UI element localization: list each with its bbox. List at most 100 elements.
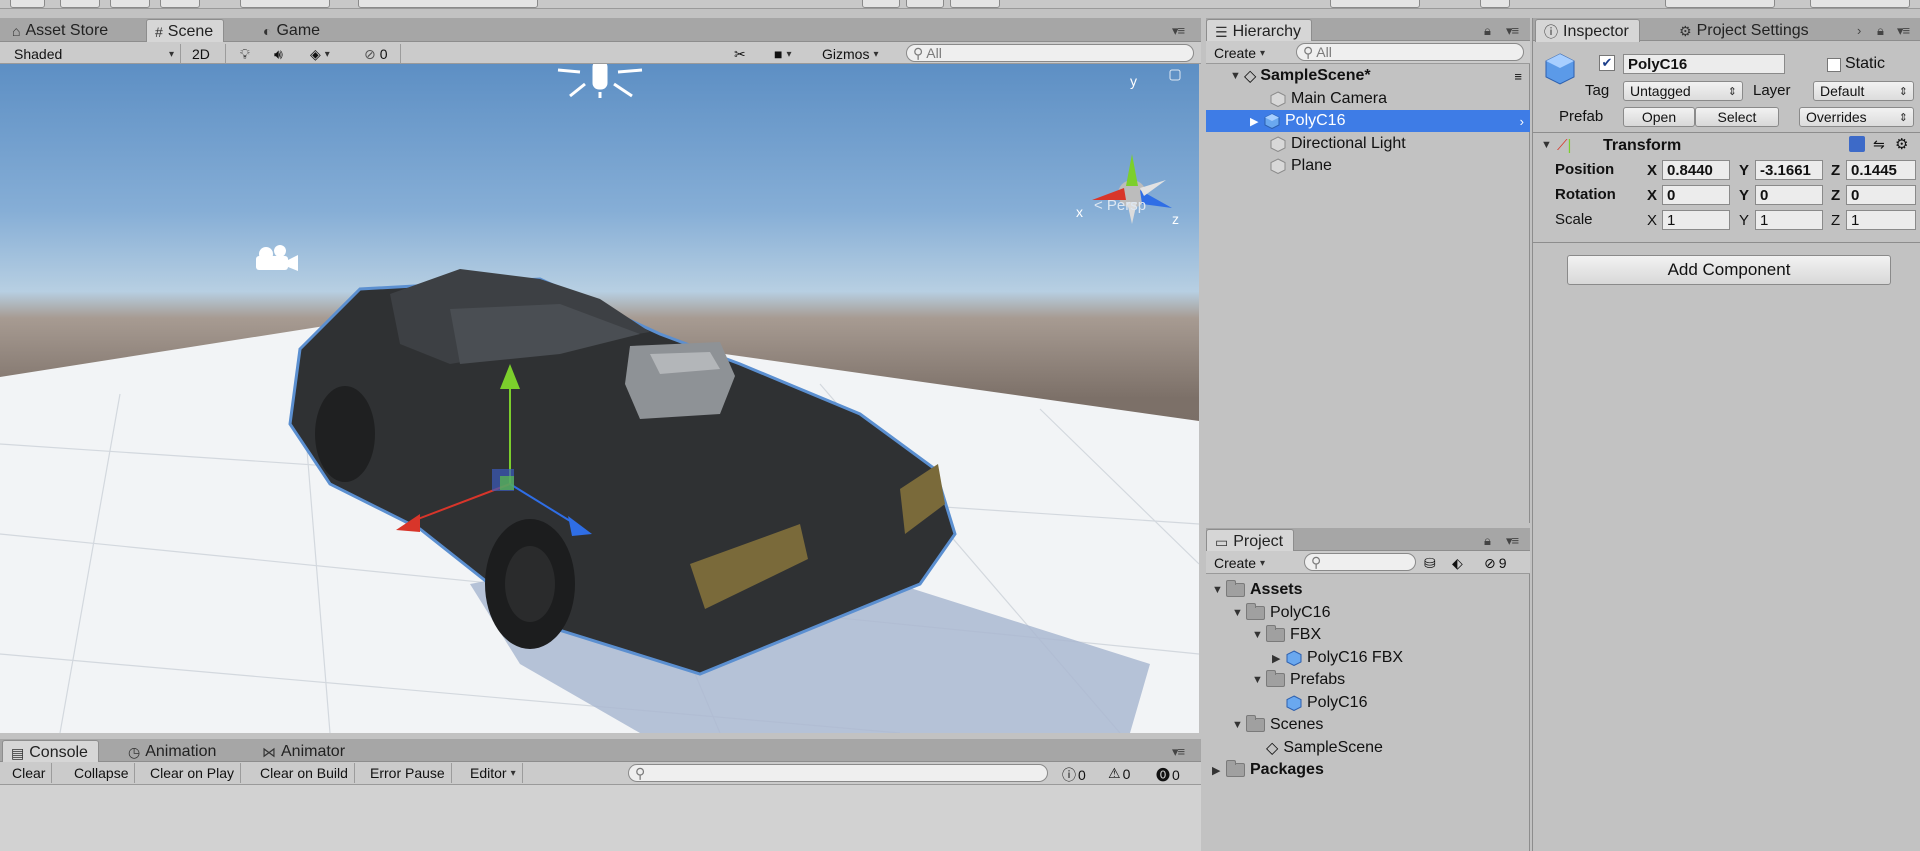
tree-item-assets[interactable]: ▼ Assets (1206, 579, 1530, 601)
pivot-toggle-button[interactable] (358, 0, 538, 8)
hierarchy-item[interactable]: Main Camera (1206, 88, 1530, 110)
panel-menu-icon[interactable]: ▾≡ (1172, 744, 1185, 760)
lighting-toggle[interactable]: 💡︎ (240, 45, 250, 63)
rotation-x-field[interactable]: 0 (1662, 185, 1730, 205)
layout-dropdown[interactable] (1810, 0, 1910, 8)
chevron-right-icon[interactable]: › (1857, 23, 1861, 38)
expand-arrow-icon[interactable]: ▼ (1230, 70, 1244, 82)
draw-mode-dropdown[interactable]: Shaded (14, 45, 174, 63)
console-log-area[interactable] (0, 785, 1201, 851)
tab-console[interactable]: ▤ Console (2, 740, 99, 763)
tab-project-settings[interactable]: ⚙ Project Settings (1671, 19, 1819, 41)
tab-inspector[interactable]: ⓘ Inspector (1535, 19, 1640, 42)
move-tool-button[interactable] (60, 0, 100, 8)
expand-arrow-icon[interactable]: ▼ (1232, 607, 1246, 619)
lock-icon[interactable]: 🔒︎ (1877, 23, 1884, 39)
camera-dropdown[interactable]: ■ (774, 45, 792, 63)
console-search-input[interactable]: ⚲ (628, 764, 1048, 782)
clear-button[interactable]: Clear (6, 763, 53, 783)
collapse-button[interactable]: Collapse (68, 763, 136, 783)
rotation-z-field[interactable]: 0 (1846, 185, 1916, 205)
project-create-dropdown[interactable]: Create (1214, 554, 1265, 572)
tab-animation[interactable]: ◷ Animation (120, 740, 226, 762)
tree-item-folder[interactable]: ▼ FBX (1206, 624, 1530, 646)
gizmos-dropdown[interactable]: Gizmos (822, 45, 878, 63)
2d-toggle[interactable]: 2D (192, 45, 210, 63)
prefab-select-button[interactable]: Select (1695, 107, 1779, 127)
scale-tool-button[interactable] (160, 0, 200, 8)
tab-scene[interactable]: # Scene (146, 19, 225, 42)
filter-by-type-icon[interactable]: ⛁ (1424, 554, 1436, 572)
scene-view[interactable]: y x z < Persp (0, 64, 1199, 733)
scene-menu-icon[interactable]: ≡ (1514, 69, 1522, 84)
tree-item-folder[interactable]: ▼ Scenes (1206, 714, 1530, 736)
expand-arrow-icon[interactable]: ▶ (1250, 115, 1264, 128)
layer-dropdown[interactable]: Default (1813, 81, 1914, 101)
step-button[interactable] (950, 0, 1000, 8)
rect-tool-button[interactable] (240, 0, 330, 8)
panel-menu-icon[interactable]: ▾≡ (1897, 23, 1910, 39)
tree-item-packages[interactable]: ▶ Packages (1206, 759, 1530, 781)
position-x-field[interactable]: 0.8440 (1662, 160, 1730, 180)
pause-button[interactable] (906, 0, 944, 8)
hierarchy-item[interactable]: Directional Light (1206, 133, 1530, 155)
panel-menu-icon[interactable]: ▾≡ (1172, 23, 1185, 39)
tree-item-scene[interactable]: ◇ SampleScene (1206, 737, 1530, 759)
tab-animator[interactable]: ⋈ Animator (254, 740, 355, 762)
error-count-toggle[interactable]: ⓿0 (1156, 765, 1180, 785)
transform-header[interactable]: ▼ ⟋| Transform ⇋ ⚙ (1533, 135, 1920, 157)
hierarchy-item-selected[interactable]: ▶ PolyC16 › (1206, 110, 1530, 132)
hierarchy-item[interactable]: Plane (1206, 155, 1530, 177)
layers-dropdown[interactable] (1665, 0, 1775, 8)
hand-tool-button[interactable] (10, 0, 45, 8)
tree-item-folder[interactable]: ▼ PolyC16 (1206, 602, 1530, 624)
help-icon[interactable] (1849, 136, 1865, 152)
tools-icon[interactable]: ✂ (734, 45, 746, 63)
static-checkbox[interactable] (1827, 58, 1841, 72)
tree-item-prefab[interactable]: PolyC16 (1206, 692, 1530, 714)
play-button[interactable] (862, 0, 900, 8)
preset-icon[interactable]: ⇋ (1873, 136, 1885, 153)
prefab-open-button[interactable]: Open (1623, 107, 1695, 127)
tab-game[interactable]: ◐ Game (255, 19, 330, 41)
expand-arrow-icon[interactable]: ▶ (1212, 764, 1226, 777)
filter-by-label-icon[interactable]: ⬖ (1452, 554, 1463, 572)
expand-arrow-icon[interactable]: ▼ (1252, 674, 1266, 686)
expand-arrow-icon[interactable]: ▼ (1232, 719, 1246, 731)
scene-search-input[interactable]: ⚲ All (906, 44, 1194, 62)
info-count-toggle[interactable]: ⓘ 0 (1062, 765, 1086, 785)
position-y-field[interactable]: -3.1661 (1755, 160, 1823, 180)
clear-on-play-button[interactable]: Clear on Play (144, 763, 242, 783)
effects-dropdown[interactable]: ◈ (310, 45, 330, 63)
scale-y-field[interactable]: 1 (1755, 210, 1823, 230)
rotation-y-field[interactable]: 0 (1755, 185, 1823, 205)
tree-item-folder[interactable]: ▼ Prefabs (1206, 669, 1530, 691)
clear-on-build-button[interactable]: Clear on Build (254, 763, 355, 783)
cloud-button[interactable] (1480, 0, 1510, 8)
collab-button[interactable] (1330, 0, 1420, 8)
gear-icon[interactable]: ⚙ (1895, 135, 1908, 153)
prefab-overrides-dropdown[interactable]: Overrides (1799, 107, 1914, 127)
hierarchy-search-input[interactable]: ⚲ All (1296, 43, 1524, 61)
add-component-button[interactable]: Add Component (1567, 255, 1891, 285)
tab-hierarchy[interactable]: ☰ Hierarchy (1206, 19, 1313, 42)
panel-menu-icon[interactable]: ▾≡ (1506, 533, 1519, 549)
lock-icon[interactable]: 🔒︎ (1484, 533, 1491, 549)
warning-count-toggle[interactable]: ⚠ 0 (1108, 765, 1130, 782)
position-z-field[interactable]: 0.1445 (1846, 160, 1916, 180)
rotate-tool-button[interactable] (110, 0, 150, 8)
panel-menu-icon[interactable]: ▾≡ (1506, 23, 1519, 39)
tab-project[interactable]: ▭ Project (1206, 529, 1295, 552)
editor-dropdown[interactable]: Editor (464, 763, 523, 783)
scale-z-field[interactable]: 1 (1846, 210, 1916, 230)
active-checkbox[interactable]: ✔ (1599, 55, 1615, 71)
expand-arrow-icon[interactable]: ▶ (1272, 652, 1286, 665)
audio-toggle[interactable]: 🔊︎ (274, 45, 283, 63)
scene-root-row[interactable]: ▼ ◇ SampleScene* ≡ (1206, 65, 1530, 87)
chevron-right-icon[interactable]: › (1520, 114, 1524, 129)
tag-dropdown[interactable]: Untagged (1623, 81, 1743, 101)
expand-arrow-icon[interactable]: ▼ (1252, 629, 1266, 641)
hidden-packages-toggle[interactable]: ⊘ 9 (1484, 554, 1507, 572)
expand-arrow-icon[interactable]: ▼ (1212, 584, 1226, 596)
project-search-input[interactable]: ⚲ (1304, 553, 1416, 571)
